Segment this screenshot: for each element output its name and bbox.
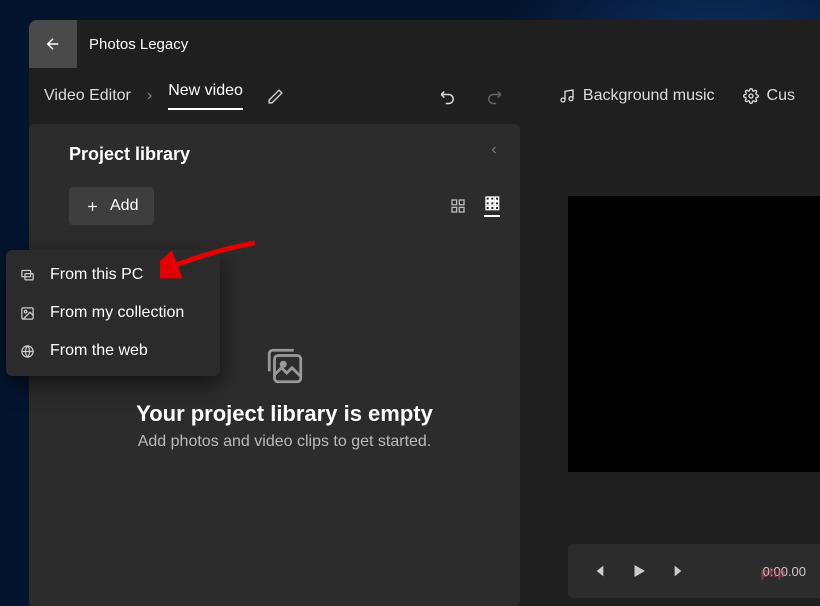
view-large-grid-button[interactable] xyxy=(450,198,466,214)
menu-item-label: From this PC xyxy=(50,266,143,284)
toolbar: Video Editor › New video Background musi… xyxy=(29,68,820,124)
music-icon xyxy=(559,88,575,104)
redo-icon xyxy=(485,87,503,105)
skip-back-icon xyxy=(590,563,606,579)
menu-item-from-collection[interactable]: From my collection xyxy=(6,294,220,332)
app-title: Photos Legacy xyxy=(89,36,188,53)
collapse-button[interactable] xyxy=(488,144,500,156)
plus-icon xyxy=(85,199,100,214)
menu-item-label: From my collection xyxy=(50,304,184,322)
background-music-button[interactable]: Background music xyxy=(549,81,725,111)
title-bar: Photos Legacy xyxy=(29,20,820,68)
empty-subtitle: Add photos and video clips to get starte… xyxy=(69,433,500,451)
pencil-icon xyxy=(267,88,284,105)
grid-large-icon xyxy=(450,198,466,214)
arrow-left-icon xyxy=(44,35,62,53)
add-source-menu: From this PC From my collection From the… xyxy=(6,250,220,376)
custom-audio-button[interactable]: Cus xyxy=(733,81,805,111)
breadcrumb-current[interactable]: New video xyxy=(168,82,243,110)
menu-item-label: From the web xyxy=(50,342,148,360)
video-preview xyxy=(568,196,820,472)
view-small-grid-button[interactable] xyxy=(484,195,500,217)
undo-icon xyxy=(439,87,457,105)
collection-icon xyxy=(20,306,36,321)
redo-button[interactable] xyxy=(475,81,513,111)
panel-title: Project library xyxy=(69,144,500,165)
chevron-left-icon xyxy=(488,144,500,156)
player-controls: 0:00.00 php xyxy=(568,544,820,598)
back-button[interactable] xyxy=(29,20,77,68)
undo-button[interactable] xyxy=(429,81,467,111)
sliders-icon xyxy=(743,88,759,104)
background-music-label: Background music xyxy=(583,87,715,105)
prev-frame-button[interactable] xyxy=(590,563,606,579)
grid-small-icon xyxy=(484,195,500,211)
watermark: php xyxy=(761,565,786,580)
next-frame-button[interactable] xyxy=(672,563,688,579)
skip-forward-icon xyxy=(672,563,688,579)
menu-item-from-web[interactable]: From the web xyxy=(6,332,220,370)
pc-icon xyxy=(20,268,36,283)
add-button[interactable]: Add xyxy=(69,187,154,225)
custom-audio-label: Cus xyxy=(767,87,795,105)
menu-item-from-pc[interactable]: From this PC xyxy=(6,256,220,294)
breadcrumb-root[interactable]: Video Editor xyxy=(44,87,131,105)
play-icon xyxy=(630,562,648,580)
chevron-right-icon: › xyxy=(147,87,152,105)
edit-name-button[interactable] xyxy=(267,88,284,105)
web-icon xyxy=(20,344,36,359)
play-button[interactable] xyxy=(630,562,648,580)
empty-title: Your project library is empty xyxy=(69,401,500,427)
add-button-label: Add xyxy=(110,197,138,215)
